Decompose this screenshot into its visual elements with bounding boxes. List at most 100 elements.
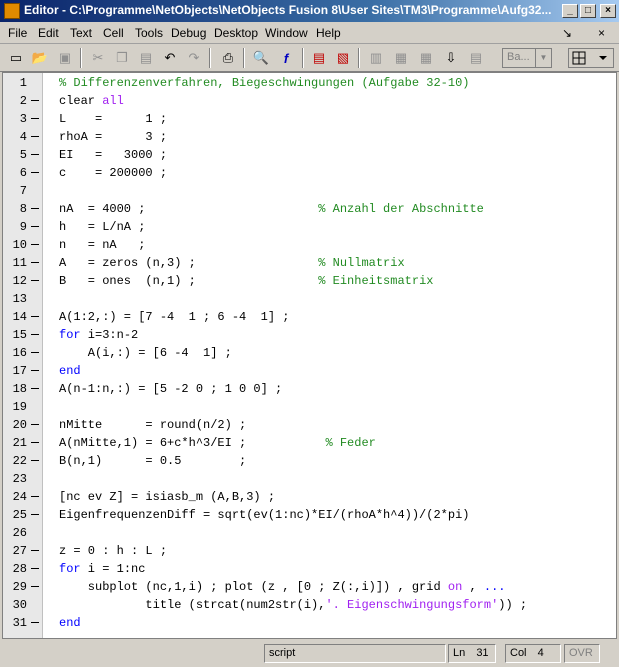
menu-tools[interactable]: Tools <box>135 26 163 40</box>
code-line[interactable]: 12 B = ones (n,1) ; % Einheitsmatrix <box>3 272 616 290</box>
code-line[interactable]: 18 A(n-1:n,:) = [5 -2 0 ; 1 0 0] ; <box>3 380 616 398</box>
breakpoint-marker[interactable] <box>31 514 39 515</box>
function-icon[interactable]: f <box>276 48 296 68</box>
menu-debug[interactable]: Debug <box>171 26 206 40</box>
new-file-icon[interactable]: ▭ <box>6 48 26 68</box>
find-icon[interactable]: 🔍 <box>251 48 271 68</box>
code-line[interactable]: 16 A(i,:) = [6 -4 1] ; <box>3 344 616 362</box>
title-bar[interactable]: Editor - C:\Programme\NetObjects\NetObje… <box>0 0 619 22</box>
redo-icon[interactable]: ↷ <box>184 48 204 68</box>
code-segment: L = 1 ; <box>59 112 168 126</box>
code-line[interactable]: 14 A(1:2,:) = [7 -4 1 ; 6 -4 1] ; <box>3 308 616 326</box>
code-line[interactable]: 3 L = 1 ; <box>3 110 616 128</box>
menu-cell[interactable]: Cell <box>103 26 124 40</box>
code-line[interactable]: 24 [nc ev Z] = isiasb_m (A,B,3) ; <box>3 488 616 506</box>
line-number: 7 <box>19 184 27 198</box>
clear-breakpoints-icon[interactable]: ▧ <box>333 48 353 68</box>
chevron-down-icon[interactable]: ▼ <box>535 49 551 67</box>
breakpoint-marker[interactable] <box>31 172 39 173</box>
breakpoint-marker[interactable] <box>31 370 39 371</box>
step-icon[interactable]: ▥ <box>366 48 386 68</box>
breakpoint-marker[interactable] <box>31 280 39 281</box>
breakpoint-marker[interactable] <box>31 334 39 335</box>
breakpoint-marker[interactable] <box>31 460 39 461</box>
code-line[interactable]: 30 title (strcat(num2str(i),'. Eigenschw… <box>3 596 616 614</box>
breakpoint-marker[interactable] <box>31 550 39 551</box>
code-line[interactable]: 26 <box>3 524 616 542</box>
code-line[interactable]: 17 end <box>3 362 616 380</box>
code-line[interactable]: 23 <box>3 470 616 488</box>
breakpoint-marker[interactable] <box>31 136 39 137</box>
breakpoint-marker[interactable] <box>31 442 39 443</box>
code-line[interactable]: 25 EigenfrequenzenDiff = sqrt(ev(1:nc)*EI… <box>3 506 616 524</box>
breakpoint-marker[interactable] <box>31 388 39 389</box>
print-icon[interactable]: ⎙ <box>218 48 238 68</box>
minimize-button[interactable]: _ <box>562 4 578 18</box>
breakpoint-marker[interactable] <box>31 244 39 245</box>
code-line[interactable]: 27 z = 0 : h : L ; <box>3 542 616 560</box>
code-editor[interactable]: 1 % Differenzenverfahren, Biegeschwingung… <box>2 72 617 639</box>
code-line[interactable]: 6 c = 200000 ; <box>3 164 616 182</box>
continue-icon[interactable]: ⇩ <box>441 48 461 68</box>
breakpoint-marker[interactable] <box>31 262 39 263</box>
breakpoint-marker[interactable] <box>31 496 39 497</box>
matlab-editor-icon[interactable] <box>4 3 20 19</box>
code-line[interactable]: 9 h = L/nA ; <box>3 218 616 236</box>
breakpoint-marker[interactable] <box>31 226 39 227</box>
breakpoint-marker[interactable] <box>31 316 39 317</box>
breakpoint-marker[interactable] <box>31 622 39 623</box>
breakpoint-marker[interactable] <box>31 352 39 353</box>
menu-desktop[interactable]: Desktop <box>214 26 258 40</box>
menu-file[interactable]: File <box>8 26 27 40</box>
code-line[interactable]: 19 <box>3 398 616 416</box>
undock-icon[interactable]: ↘ <box>562 26 572 40</box>
code-line[interactable]: 31 end <box>3 614 616 632</box>
menu-text[interactable]: Text <box>70 26 92 40</box>
code-line[interactable]: 11 A = zeros (n,3) ; % Nullmatrix <box>3 254 616 272</box>
exit-debug-icon[interactable]: ▤ <box>466 48 486 68</box>
step-out-icon[interactable]: ▦ <box>416 48 436 68</box>
cell-icon[interactable]: ▤ <box>309 48 329 68</box>
save-icon[interactable]: ▣ <box>55 48 75 68</box>
stack-combobox[interactable]: Ba... ▼ <box>502 48 552 68</box>
code-line[interactable]: 20 nMitte = round(n/2) ; <box>3 416 616 434</box>
close-button[interactable]: × <box>600 4 616 18</box>
breakpoint-marker[interactable] <box>31 208 39 209</box>
code-line[interactable]: 8 nA = 4000 ; % Anzahl der Abschnitte <box>3 200 616 218</box>
copy-icon[interactable]: ❐ <box>112 48 132 68</box>
code-line[interactable]: 29 subplot (nc,1,i) ; plot (z , [0 ; Z(:… <box>3 578 616 596</box>
breakpoint-marker[interactable] <box>31 424 39 425</box>
cut-icon[interactable]: ✂ <box>88 48 108 68</box>
code-line[interactable]: 22 B(n,1) = 0.5 ; <box>3 452 616 470</box>
line-number-value: 31 <box>476 647 489 659</box>
close-document-icon[interactable]: × <box>598 26 605 40</box>
code-line[interactable]: 1 % Differenzenverfahren, Biegeschwingung… <box>3 74 616 92</box>
breakpoint-marker[interactable] <box>31 154 39 155</box>
code-line[interactable]: 28 for i = 1:nc <box>3 560 616 578</box>
grid-layout-button[interactable] <box>568 48 614 68</box>
code-line[interactable]: 5 EI = 3000 ; <box>3 146 616 164</box>
breakpoint-marker[interactable] <box>31 586 39 587</box>
menu-help[interactable]: Help <box>316 26 341 40</box>
breakpoint-marker[interactable] <box>31 100 39 101</box>
line-status: Ln 31 <box>448 644 496 663</box>
code-line[interactable]: 4 rhoA = 3 ; <box>3 128 616 146</box>
code-line[interactable]: 13 <box>3 290 616 308</box>
code-line[interactable]: 21 A(nMitte,1) = 6+c*h^3/EI ; % Feder <box>3 434 616 452</box>
menu-window[interactable]: Window <box>265 26 308 40</box>
paste-icon[interactable]: ▤ <box>136 48 156 68</box>
open-folder-icon[interactable]: 📂 <box>30 48 50 68</box>
code-line[interactable]: 10 n = nA ; <box>3 236 616 254</box>
menu-edit[interactable]: Edit <box>38 26 59 40</box>
code-line[interactable]: 15 for i=3:n-2 <box>3 326 616 344</box>
breakpoint-marker[interactable] <box>31 568 39 569</box>
stack-combobox-value: Ba... <box>507 51 530 63</box>
undo-icon[interactable]: ↶ <box>160 48 180 68</box>
code-line[interactable]: 2 clear all <box>3 92 616 110</box>
maximize-button[interactable]: □ <box>580 4 596 18</box>
breakpoint-marker[interactable] <box>31 118 39 119</box>
code-segment: A = zeros (n,3) ; <box>59 256 319 270</box>
step-in-icon[interactable]: ▦ <box>391 48 411 68</box>
code-text: B(n,1) = 0.5 ; <box>59 452 246 470</box>
code-line[interactable]: 7 <box>3 182 616 200</box>
